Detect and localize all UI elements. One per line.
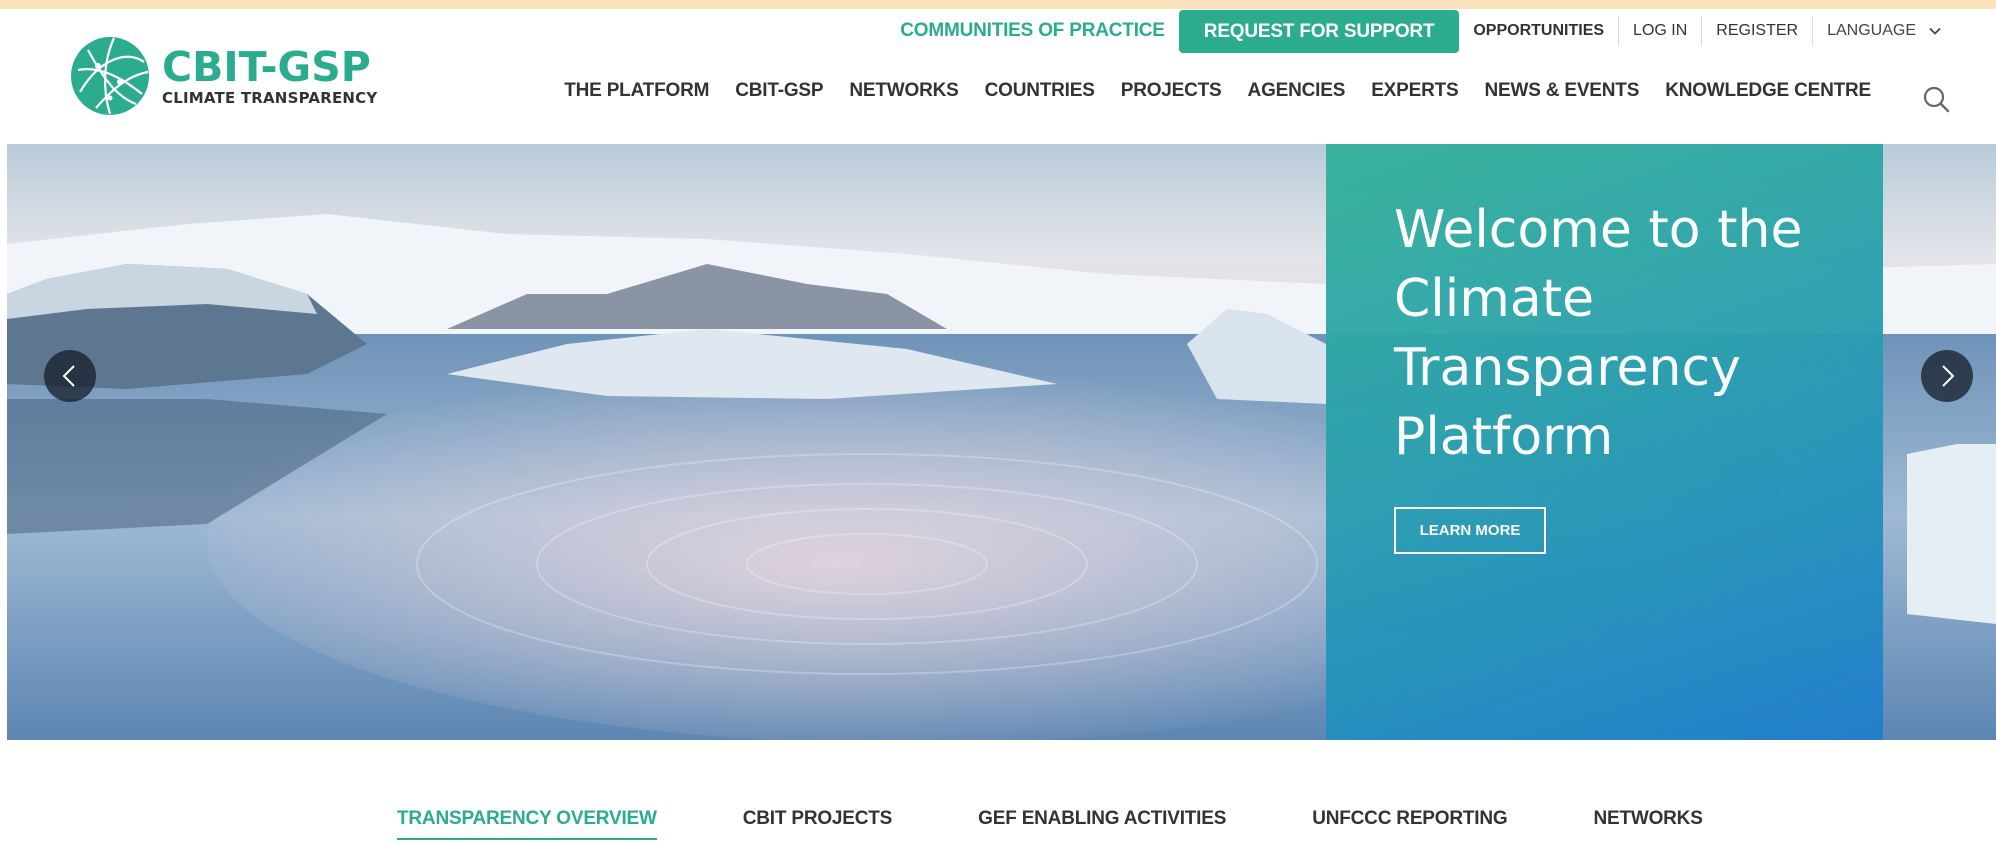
- language-selector[interactable]: LANGUAGE: [1813, 16, 1996, 46]
- carousel-next-button[interactable]: [1921, 350, 1973, 402]
- opportunities-link[interactable]: OPPORTUNITIES: [1459, 16, 1620, 46]
- top-strip: [0, 0, 1996, 9]
- search-icon[interactable]: [1922, 85, 1950, 113]
- main-nav: THE PLATFORM CBIT-GSP NETWORKS COUNTRIES…: [551, 80, 1884, 102]
- content-tabs: TRANSPARENCY OVERVIEW CBIT PROJECTS GEF …: [397, 808, 1789, 840]
- globe-icon: [71, 37, 149, 115]
- tab-transparency-overview[interactable]: TRANSPARENCY OVERVIEW: [397, 808, 657, 840]
- tab-unfccc-reporting[interactable]: UNFCCC REPORTING: [1312, 808, 1507, 840]
- chevron-down-icon: [1929, 27, 1941, 35]
- carousel-prev-button[interactable]: [44, 350, 96, 402]
- nav-the-platform[interactable]: THE PLATFORM: [551, 80, 722, 102]
- request-support-button[interactable]: REQUEST FOR SUPPORT: [1178, 9, 1460, 53]
- nav-agencies[interactable]: AGENCIES: [1235, 80, 1359, 102]
- logo-subtitle: CLIMATE TRANSPARENCY: [162, 89, 378, 107]
- chevron-left-icon: [62, 365, 75, 387]
- communities-of-practice-link[interactable]: COMMUNITIES OF PRACTICE: [900, 20, 1165, 42]
- nav-countries[interactable]: COUNTRIES: [972, 80, 1108, 102]
- nav-projects[interactable]: PROJECTS: [1108, 80, 1235, 102]
- tab-cbit-projects[interactable]: CBIT PROJECTS: [743, 808, 893, 840]
- utility-nav: COMMUNITIES OF PRACTICE REQUEST FOR SUPP…: [900, 9, 1996, 53]
- login-link[interactable]: LOG IN: [1619, 16, 1703, 46]
- chevron-right-icon: [1942, 365, 1955, 387]
- nav-knowledge-centre[interactable]: KNOWLEDGE CENTRE: [1652, 80, 1884, 102]
- nav-cbit-gsp[interactable]: CBIT-GSP: [722, 80, 836, 102]
- nav-networks[interactable]: NETWORKS: [836, 80, 971, 102]
- language-label: LANGUAGE: [1827, 22, 1916, 39]
- site-logo[interactable]: CBIT-GSP CLIMATE TRANSPARENCY: [70, 36, 377, 116]
- nav-experts[interactable]: EXPERTS: [1358, 80, 1471, 102]
- tab-networks[interactable]: NETWORKS: [1593, 808, 1702, 840]
- site-header: CBIT-GSP CLIMATE TRANSPARENCY COMMUNITIE…: [0, 9, 1996, 144]
- hero-carousel: Welcome to the Climate Transparency Plat…: [7, 144, 1996, 740]
- logo-title: CBIT-GSP: [162, 43, 371, 91]
- learn-more-button[interactable]: LEARN MORE: [1394, 507, 1546, 554]
- nav-news-events[interactable]: NEWS & EVENTS: [1471, 80, 1652, 102]
- welcome-panel: Welcome to the Climate Transparency Plat…: [1326, 144, 1883, 740]
- tab-gef-enabling-activities[interactable]: GEF ENABLING ACTIVITIES: [978, 808, 1226, 840]
- register-link[interactable]: REGISTER: [1702, 16, 1814, 46]
- hero-title: Welcome to the Climate Transparency Plat…: [1394, 200, 1803, 467]
